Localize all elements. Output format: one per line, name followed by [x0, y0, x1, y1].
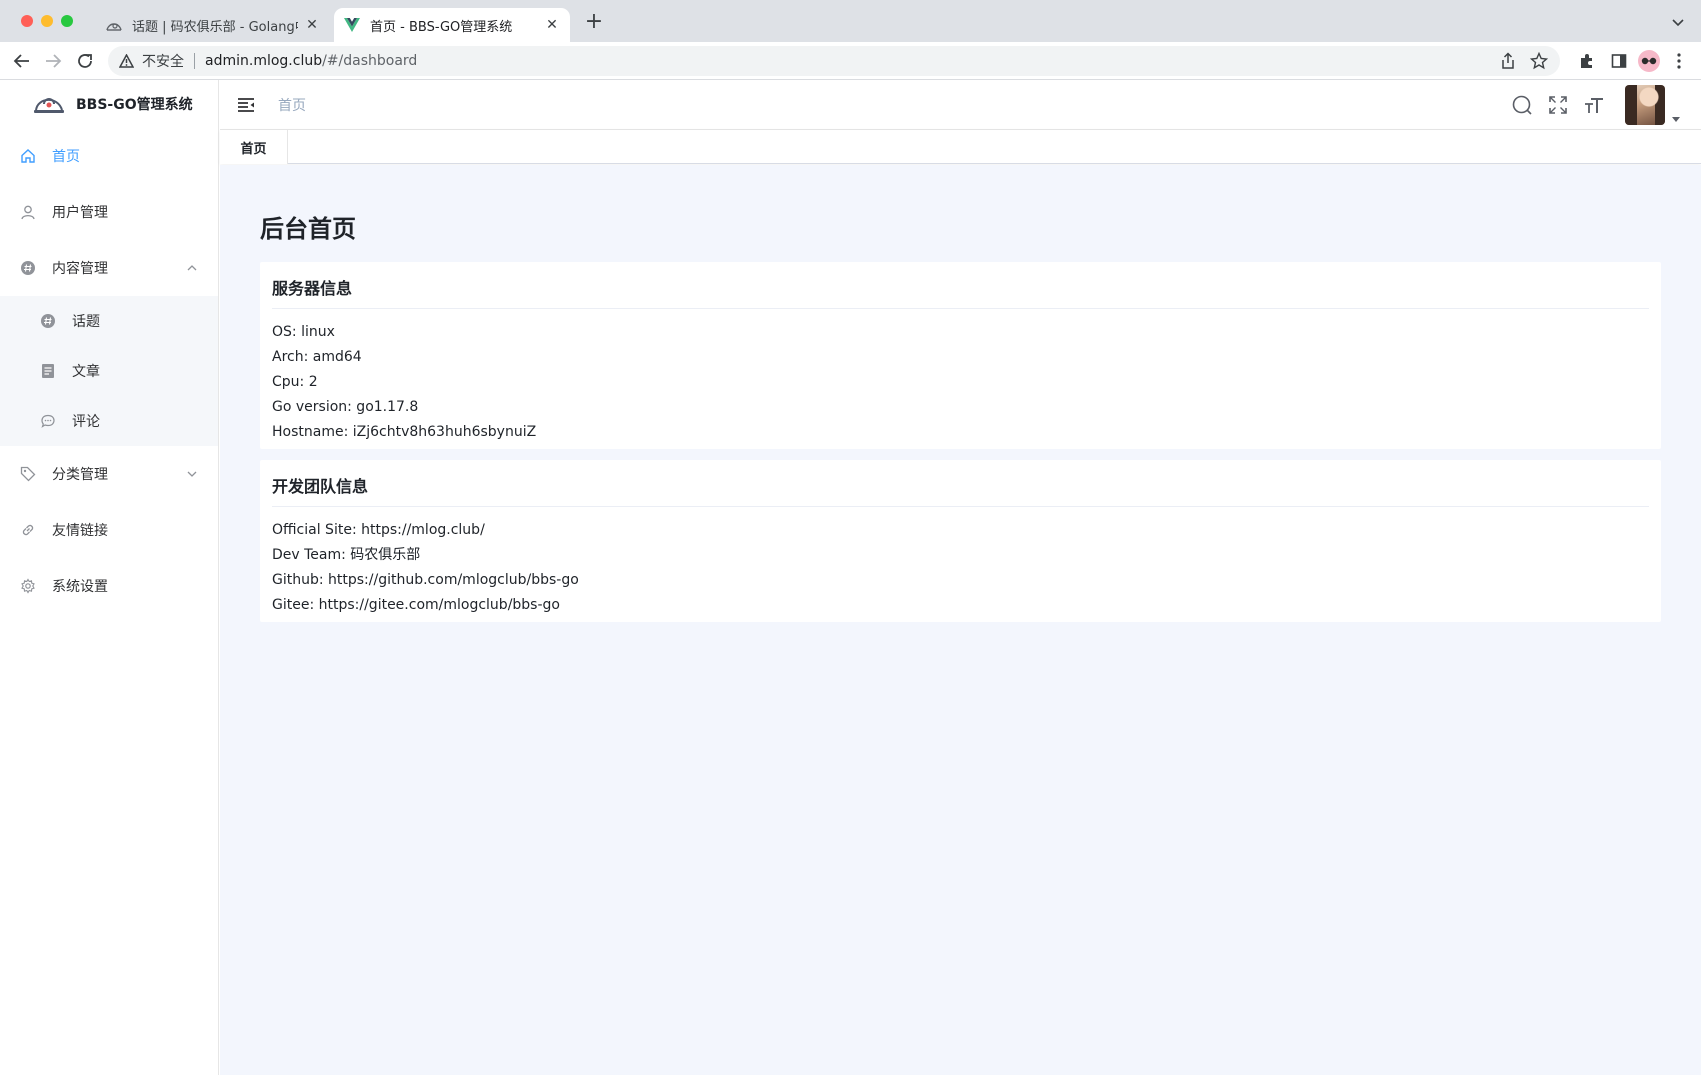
breadcrumb: 首页: [278, 98, 306, 114]
brand[interactable]: BBS-GO管理系统: [0, 80, 218, 128]
team-info-list: Official Site: https://mlog.club/ Dev Te…: [272, 518, 579, 618]
new-tab-button[interactable]: +: [583, 11, 605, 34]
bbs-go-logo-icon: [32, 92, 66, 116]
side-panel-icon[interactable]: [1607, 49, 1631, 73]
browser-toolbar: 不安全 admin.mlog.club/#/dashboard: [0, 42, 1701, 80]
sidebar-item-users[interactable]: 用户管理: [0, 184, 218, 240]
sidebar-item-comments[interactable]: 评论: [0, 396, 218, 446]
font-size-icon[interactable]: [1583, 94, 1605, 116]
content-submenu: 话题 文章 评论: [0, 296, 218, 446]
sidebar-item-label: 文章: [72, 364, 100, 380]
window-close-button[interactable]: [21, 15, 33, 27]
main-content: 后台首页 服务器信息 OS: linux Arch: amd64 Cpu: 2 …: [220, 165, 1701, 1075]
tab-title: 首页 - BBS-GO管理系统: [370, 19, 513, 35]
sidebar-item-settings[interactable]: 系统设置: [0, 558, 218, 614]
brand-name: BBS-GO管理系统: [76, 97, 193, 113]
sidebar-item-label: 内容管理: [52, 261, 108, 277]
fullscreen-icon[interactable]: [1547, 94, 1569, 116]
card-title: 开发团队信息: [272, 477, 369, 496]
address-bar[interactable]: 不安全 admin.mlog.club/#/dashboard: [108, 46, 1560, 76]
window-minimize-button[interactable]: [41, 15, 53, 27]
tag-icon: [20, 466, 36, 482]
home-icon: [20, 148, 36, 164]
sidebar-item-links[interactable]: 友情链接: [0, 502, 218, 558]
info-line-os: OS: linux: [272, 324, 335, 340]
gear-icon: [20, 578, 36, 594]
team-info-card: 开发团队信息 Official Site: https://mlog.club/…: [260, 460, 1661, 622]
card-divider: [272, 308, 1649, 309]
info-line-hostname: Hostname: iZj6chtv8h63huh6sbynuiZ: [272, 424, 537, 440]
article-icon: [40, 363, 56, 379]
page-title: 后台首页: [260, 215, 356, 243]
info-line-github: Github: https://github.com/mlogclub/bbs-…: [272, 572, 579, 588]
profile-avatar-icon[interactable]: [1637, 49, 1661, 73]
tab-title: 话题 | 码农俱乐部 - Golang中国: [132, 19, 298, 35]
browser-tabbar: 话题 | 码农俱乐部 - Golang中国 ✕ 首页 - BBS-GO管理系统 …: [0, 0, 1701, 42]
card-title: 服务器信息: [272, 279, 353, 298]
sidebar-item-label: 友情链接: [52, 523, 108, 539]
chevron-up-icon: [186, 262, 198, 274]
back-arrow-icon[interactable]: [12, 51, 32, 71]
sidebar-toggle-icon[interactable]: [236, 95, 256, 115]
url-path: /#/dashboard: [322, 53, 418, 69]
sidebar: BBS-GO管理系统 首页 用户管理 内容管理 话题 文章 评论 分类管理 友情…: [0, 80, 219, 1075]
tab-close-icon[interactable]: ✕: [544, 17, 560, 33]
sidebar-item-label: 系统设置: [52, 579, 108, 595]
sidebar-item-label: 话题: [72, 314, 100, 330]
app-header: 首页: [220, 80, 1701, 130]
sidebar-item-label: 评论: [72, 414, 100, 430]
info-line-gitee: Gitee: https://gitee.com/mlogclub/bbs-go: [272, 597, 560, 613]
chevron-down-icon: [186, 468, 198, 480]
security-label[interactable]: 不安全: [142, 51, 184, 71]
info-line-cpu: Cpu: 2: [272, 374, 318, 390]
reload-icon[interactable]: [75, 51, 95, 71]
sidebar-item-articles[interactable]: 文章: [0, 346, 218, 396]
topic-icon: [40, 313, 56, 329]
sidebar-item-topics[interactable]: 话题: [0, 296, 218, 346]
address-divider: [194, 53, 195, 69]
warning-icon[interactable]: [118, 53, 134, 69]
omnibox-actions: [1500, 51, 1549, 74]
tab-search-chevron-icon[interactable]: [1671, 14, 1685, 28]
bookmark-star-icon[interactable]: [1529, 51, 1549, 74]
browser-menu-kebab-icon[interactable]: [1667, 49, 1691, 73]
user-avatar[interactable]: [1625, 85, 1665, 125]
caret-down-icon[interactable]: [1671, 109, 1681, 122]
tag-home[interactable]: 首页: [220, 130, 288, 164]
sidebar-item-home[interactable]: 首页: [0, 128, 218, 184]
tab-close-icon[interactable]: ✕: [304, 17, 320, 33]
forward-arrow-icon[interactable]: [43, 51, 63, 71]
window-maximize-button[interactable]: [61, 15, 73, 27]
server-info-list: OS: linux Arch: amd64 Cpu: 2 Go version:…: [272, 320, 536, 445]
browser-tab-dashboard[interactable]: 首页 - BBS-GO管理系统 ✕: [334, 8, 570, 42]
browser-tab-topics[interactable]: 话题 | 码农俱乐部 - Golang中国 ✕: [96, 8, 330, 42]
info-line-dev-team: Dev Team: 码农俱乐部: [272, 547, 421, 563]
vue-favicon-icon: [344, 17, 360, 33]
info-line-official-site: Official Site: https://mlog.club/: [272, 522, 485, 538]
server-info-card: 服务器信息 OS: linux Arch: amd64 Cpu: 2 Go ve…: [260, 262, 1661, 449]
link-icon: [20, 522, 36, 538]
avatar-image: [1625, 85, 1665, 125]
extensions-puzzle-icon[interactable]: [1575, 49, 1599, 73]
sidebar-item-label: 分类管理: [52, 467, 108, 483]
sidebar-item-label: 用户管理: [52, 205, 108, 221]
sidebar-item-categories[interactable]: 分类管理: [0, 446, 218, 502]
search-icon[interactable]: [1511, 94, 1533, 116]
info-line-go-version: Go version: go1.17.8: [272, 399, 419, 415]
url-text[interactable]: admin.mlog.club/#/dashboard: [205, 53, 417, 69]
url-host: admin.mlog.club: [205, 53, 323, 69]
tags-view: 首页: [220, 130, 1701, 164]
sidebar-item-label: 首页: [52, 149, 80, 165]
content-icon: [20, 260, 36, 276]
share-icon[interactable]: [1500, 52, 1516, 74]
comment-icon: [40, 413, 56, 429]
card-divider: [272, 506, 1649, 507]
sidebar-item-content[interactable]: 内容管理: [0, 240, 218, 296]
browser-toolbar-right: [1575, 49, 1701, 73]
user-icon: [20, 204, 36, 220]
header-actions: [1511, 80, 1701, 130]
info-line-arch: Arch: amd64: [272, 349, 362, 365]
mlog-favicon-icon: [106, 17, 122, 33]
